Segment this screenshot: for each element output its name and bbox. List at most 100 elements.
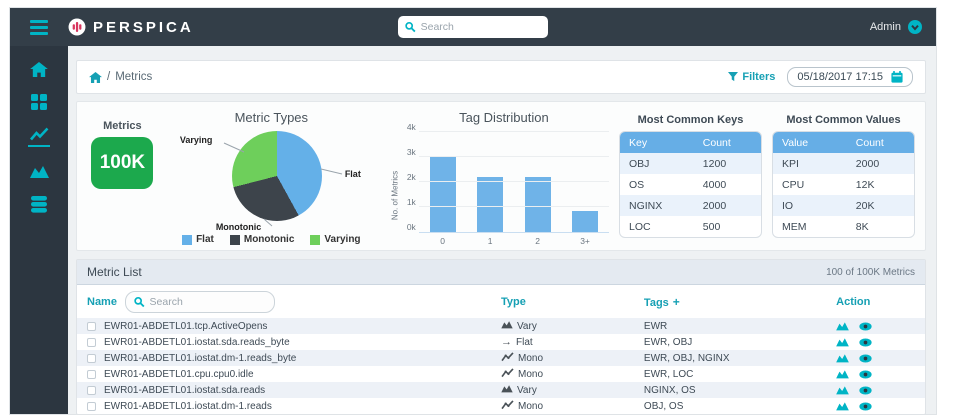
eye-action-icon[interactable] [859, 386, 872, 395]
bar-chart-block: Tag Distribution No. of Metrics 0k1k2k3k… [389, 110, 619, 246]
row-checkbox[interactable] [87, 386, 96, 395]
pie-label-varying: Varying [180, 135, 213, 145]
gridline [419, 131, 609, 132]
view-chart-action-icon[interactable] [836, 337, 849, 347]
metric-list-count: 100 of 100K Metrics [826, 267, 915, 278]
metrics-summary-value: 100K [91, 137, 153, 189]
pie-chart-title: Metric Types [164, 110, 379, 125]
left-sidebar [10, 46, 68, 414]
row-checkbox[interactable] [87, 354, 96, 363]
y-tick-label: 2k [407, 172, 416, 182]
metric-type: Vary [501, 320, 644, 332]
metric-list-header: Metric List 100 of 100K Metrics [77, 260, 925, 285]
user-name: Admin [870, 21, 901, 33]
app-logo[interactable]: PERSPICA [68, 18, 194, 36]
row-checkbox[interactable] [87, 402, 96, 411]
sidebar-item-anomalies[interactable] [30, 164, 49, 179]
legend-item: Varying [310, 234, 360, 245]
filters-button[interactable]: Filters [728, 71, 775, 83]
area-chart-icon [501, 384, 513, 396]
sidebar-item-metrics[interactable] [28, 127, 50, 147]
user-menu[interactable]: Admin [870, 20, 936, 34]
chevron-down-icon [908, 20, 922, 34]
bar-column [572, 133, 598, 232]
eye-action-icon[interactable] [859, 354, 872, 363]
bar[interactable] [430, 157, 456, 232]
main-content: / Metrics Filters 05/18/2017 17:15 [68, 46, 936, 414]
global-search[interactable] [398, 16, 548, 38]
metric-list-title: Metric List [87, 265, 142, 279]
home-icon [30, 62, 48, 77]
sidebar-item-dashboard[interactable] [31, 94, 47, 110]
line-chart-icon [501, 352, 514, 365]
pie-label-monotonic: Monotonic [216, 222, 262, 232]
metric-type: Mono [501, 368, 644, 381]
column-header-action: Action [836, 296, 870, 308]
metric-tags: NGINX, OS [644, 385, 836, 396]
table-row[interactable]: EWR01-ABDETL01.cpu.cpu0.idle Mono EWR, L… [77, 366, 925, 382]
top-navbar: PERSPICA Admin [10, 8, 936, 46]
legend-swatch [310, 235, 320, 245]
metric-search-input[interactable] [150, 296, 266, 308]
legend-item: Flat [182, 234, 214, 245]
area-chart-icon [30, 164, 49, 179]
metric-name: EWR01-ABDETL01.iostat.sda.reads_byte [104, 337, 290, 348]
filters-label: Filters [742, 71, 775, 83]
table-row[interactable]: EWR01-ABDETL01.iostat.dm-1.reads Mono OB… [77, 398, 925, 414]
global-search-input[interactable] [421, 21, 541, 33]
view-chart-action-icon[interactable] [836, 321, 849, 331]
table-row[interactable]: EWR01-ABDETL01.iostat.sda.reads_byte →Fl… [77, 334, 925, 350]
legend-swatch [182, 235, 192, 245]
bar[interactable] [477, 177, 503, 232]
table-row[interactable]: EWR01-ABDETL01.iostat.sda.reads Vary NGI… [77, 382, 925, 398]
metric-list-panel: Metric List 100 of 100K Metrics Name Typ… [76, 259, 926, 414]
most-common-keys-block: Most Common Keys KeyCountOBJ1200OS4000NG… [619, 110, 762, 246]
dashboard-grid-icon [31, 94, 47, 110]
bar-column [525, 133, 551, 232]
breadcrumb-page: Metrics [115, 71, 152, 83]
table-row[interactable]: EWR01-ABDETL01.iostat.dm-1.reads_byte Mo… [77, 350, 925, 366]
mini-table-row: LOC500 [620, 216, 761, 237]
column-header-type[interactable]: Type [501, 296, 526, 308]
view-chart-action-icon[interactable] [836, 369, 849, 379]
table-row[interactable]: EWR01-ABDETL01.tcp.ActiveOpens Vary EWR [77, 318, 925, 334]
metric-name: EWR01-ABDETL01.iostat.dm-1.reads_byte [104, 353, 296, 364]
eye-action-icon[interactable] [859, 370, 872, 379]
y-tick-label: 1k [407, 197, 416, 207]
sidebar-item-home[interactable] [30, 62, 48, 77]
metric-type: Vary [501, 384, 644, 396]
view-chart-action-icon[interactable] [836, 401, 849, 411]
add-tag-button[interactable]: + [673, 295, 680, 309]
metric-search[interactable] [125, 291, 275, 313]
mini-table-header: ValueCount [773, 132, 914, 153]
most-common-values-block: Most Common Values ValueCountKPI2000CPU1… [772, 110, 915, 246]
view-chart-action-icon[interactable] [836, 385, 849, 395]
area-chart-icon [501, 320, 513, 332]
values-table-title: Most Common Values [772, 114, 915, 126]
bar-plot [419, 133, 609, 233]
bar[interactable] [525, 177, 551, 232]
hamburger-menu-button[interactable] [10, 20, 68, 35]
arrow-right-icon: → [501, 337, 512, 348]
eye-action-icon[interactable] [859, 322, 872, 331]
home-icon[interactable] [89, 72, 102, 83]
row-checkbox[interactable] [87, 370, 96, 379]
row-checkbox[interactable] [87, 322, 96, 331]
pie-chart-block: Metric Types Varying Flat Monotonic Flat… [164, 110, 379, 246]
hamburger-icon [30, 20, 48, 35]
mini-table-row: OS4000 [620, 174, 761, 195]
row-checkbox[interactable] [87, 338, 96, 347]
datetime-picker[interactable]: 05/18/2017 17:15 [787, 67, 913, 87]
search-icon [134, 296, 145, 308]
search-icon [405, 21, 416, 33]
eye-action-icon[interactable] [859, 338, 872, 347]
column-header-name[interactable]: Name [87, 296, 117, 308]
column-header-tags[interactable]: Tags [644, 297, 669, 309]
metric-name: EWR01-ABDETL01.iostat.sda.reads [104, 385, 265, 396]
sidebar-item-data[interactable] [31, 196, 47, 213]
bar[interactable] [572, 211, 598, 232]
eye-action-icon[interactable] [859, 402, 872, 411]
mini-table-header: KeyCount [620, 132, 761, 153]
y-tick-label: 0k [407, 222, 416, 232]
view-chart-action-icon[interactable] [836, 353, 849, 363]
